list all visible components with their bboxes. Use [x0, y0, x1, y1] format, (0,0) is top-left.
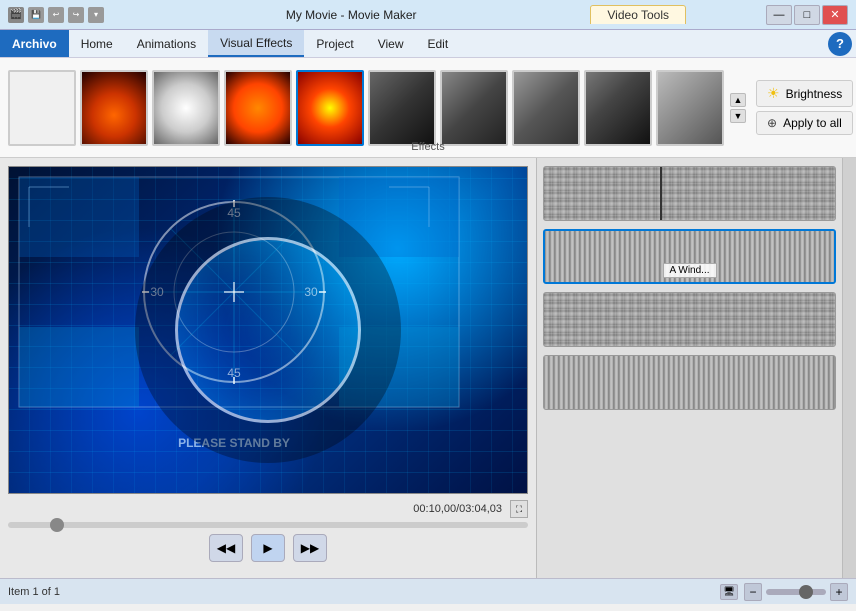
test-card-svg: PLEASE STAND BY 45 45 30 30 — [9, 167, 527, 493]
effect-dark3[interactable] — [512, 70, 580, 146]
status-bar: Item 1 of 1 🖥 − + — [0, 578, 856, 604]
zoom-out-button[interactable]: − — [744, 583, 762, 601]
timeline-track-2[interactable]: A Wind... — [543, 229, 836, 284]
playback-controls: ◀◀ ▶ ▶▶ — [8, 530, 528, 566]
track-noise-4 — [544, 356, 835, 409]
timeline-track-4[interactable] — [543, 355, 836, 410]
video-frame[interactable]: PLEASE STAND BY 45 45 30 30 — [8, 166, 528, 494]
effect-dark1[interactable] — [368, 70, 436, 146]
status-icons: 🖥 − + — [720, 583, 848, 601]
toolbar-icon-undo[interactable]: ↩ — [48, 7, 64, 23]
video-controls: 00:10,00/03:04,03 ⛶ ◀◀ ▶ ▶▶ — [8, 494, 528, 570]
sun-icon: ☀ — [767, 85, 780, 102]
maximize-button[interactable]: □ — [794, 5, 820, 25]
menu-bar: Archivo Home Animations Visual Effects P… — [0, 30, 856, 58]
zoom-thumb[interactable] — [799, 585, 813, 599]
playhead[interactable] — [660, 166, 662, 221]
main-area: PLEASE STAND BY 45 45 30 30 — [0, 158, 856, 578]
ribbon-scroll-down[interactable]: ▼ — [730, 109, 746, 123]
window-title: My Movie - Movie Maker — [112, 8, 590, 22]
timeline-track-3[interactable] — [543, 292, 836, 347]
svg-text:30: 30 — [304, 285, 318, 299]
effects-label: Effects — [411, 141, 444, 153]
effect-dark2[interactable] — [440, 70, 508, 146]
time-display: 00:10,00/03:04,03 — [413, 503, 502, 515]
apply-icon: ⊕ — [767, 116, 777, 130]
rewind-button[interactable]: ◀◀ — [209, 534, 243, 562]
menu-edit[interactable]: Edit — [416, 30, 461, 57]
zoom-slider[interactable] — [766, 589, 826, 595]
app-icon: 🎬 — [8, 7, 24, 23]
seek-bar[interactable] — [8, 522, 528, 528]
timeline-panel: A Wind... — [536, 158, 856, 578]
menu-archivo[interactable]: Archivo — [0, 30, 69, 57]
close-button[interactable]: ✕ — [822, 5, 848, 25]
ribbon-scroll-up[interactable]: ▲ — [730, 93, 746, 107]
brightness-label: Brightness — [786, 87, 843, 101]
effect-orange-flower[interactable] — [224, 70, 292, 146]
menu-home[interactable]: Home — [69, 30, 125, 57]
status-monitor-icon[interactable]: 🖥 — [720, 584, 738, 600]
zoom-in-button[interactable]: + — [830, 583, 848, 601]
minimize-button[interactable]: — — [766, 5, 792, 25]
play-button[interactable]: ▶ — [251, 534, 285, 562]
timeline-scrollbar[interactable] — [842, 158, 856, 578]
svg-text:30: 30 — [150, 285, 164, 299]
title-bar-icons: 🎬 💾 ↩ ↪ ▾ — [8, 7, 104, 23]
seek-bar-row — [8, 520, 528, 530]
help-button[interactable]: ? — [828, 32, 852, 56]
menu-animations[interactable]: Animations — [125, 30, 208, 57]
svg-text:45: 45 — [227, 206, 241, 220]
fullscreen-button[interactable]: ⛶ — [510, 500, 528, 518]
video-canvas: PLEASE STAND BY 45 45 30 30 — [9, 167, 527, 493]
ribbon-right: ☀ Brightness ⊕ Apply to all — [756, 80, 853, 135]
effect-dark5[interactable] — [656, 70, 724, 146]
seek-thumb[interactable] — [50, 518, 64, 532]
menu-visual-effects[interactable]: Visual Effects — [208, 30, 304, 57]
effect-dark4[interactable] — [584, 70, 652, 146]
track-noise-1 — [544, 167, 835, 220]
status-text: Item 1 of 1 — [8, 586, 720, 598]
effect-orange-burst[interactable] — [80, 70, 148, 146]
menu-view[interactable]: View — [366, 30, 416, 57]
ribbon-scroll: ▲ ▼ — [730, 93, 746, 123]
window-controls: — □ ✕ — [766, 5, 848, 25]
apply-to-all-button[interactable]: ⊕ Apply to all — [756, 111, 853, 135]
timeline-track-1[interactable] — [543, 166, 836, 221]
forward-button[interactable]: ▶▶ — [293, 534, 327, 562]
video-preview: PLEASE STAND BY 45 45 30 30 — [0, 158, 536, 578]
effect-plain[interactable] — [8, 70, 76, 146]
toolbar-icon-save[interactable]: 💾 — [28, 7, 44, 23]
svg-text:45: 45 — [227, 366, 241, 380]
toolbar-icon-menu[interactable]: ▾ — [88, 7, 104, 23]
effect-white-burst[interactable] — [152, 70, 220, 146]
apply-to-label: Apply to all — [783, 116, 842, 130]
text-overlay-label: A Wind... — [662, 263, 716, 278]
title-bar: 🎬 💾 ↩ ↪ ▾ My Movie - Movie Maker Video T… — [0, 0, 856, 30]
video-tools-tab[interactable]: Video Tools — [590, 5, 686, 24]
time-row: 00:10,00/03:04,03 ⛶ — [8, 498, 528, 520]
effect-red-yellow[interactable] — [296, 70, 364, 146]
track-noise-3 — [544, 293, 835, 346]
svg-text:PLEASE STAND BY: PLEASE STAND BY — [178, 436, 290, 450]
ribbon: ▲ ▼ ☀ Brightness ⊕ Apply to all Effects — [0, 58, 856, 158]
brightness-button[interactable]: ☀ Brightness — [756, 80, 853, 107]
zoom-control: − + — [744, 583, 848, 601]
menu-project[interactable]: Project — [304, 30, 365, 57]
toolbar-icon-redo[interactable]: ↪ — [68, 7, 84, 23]
